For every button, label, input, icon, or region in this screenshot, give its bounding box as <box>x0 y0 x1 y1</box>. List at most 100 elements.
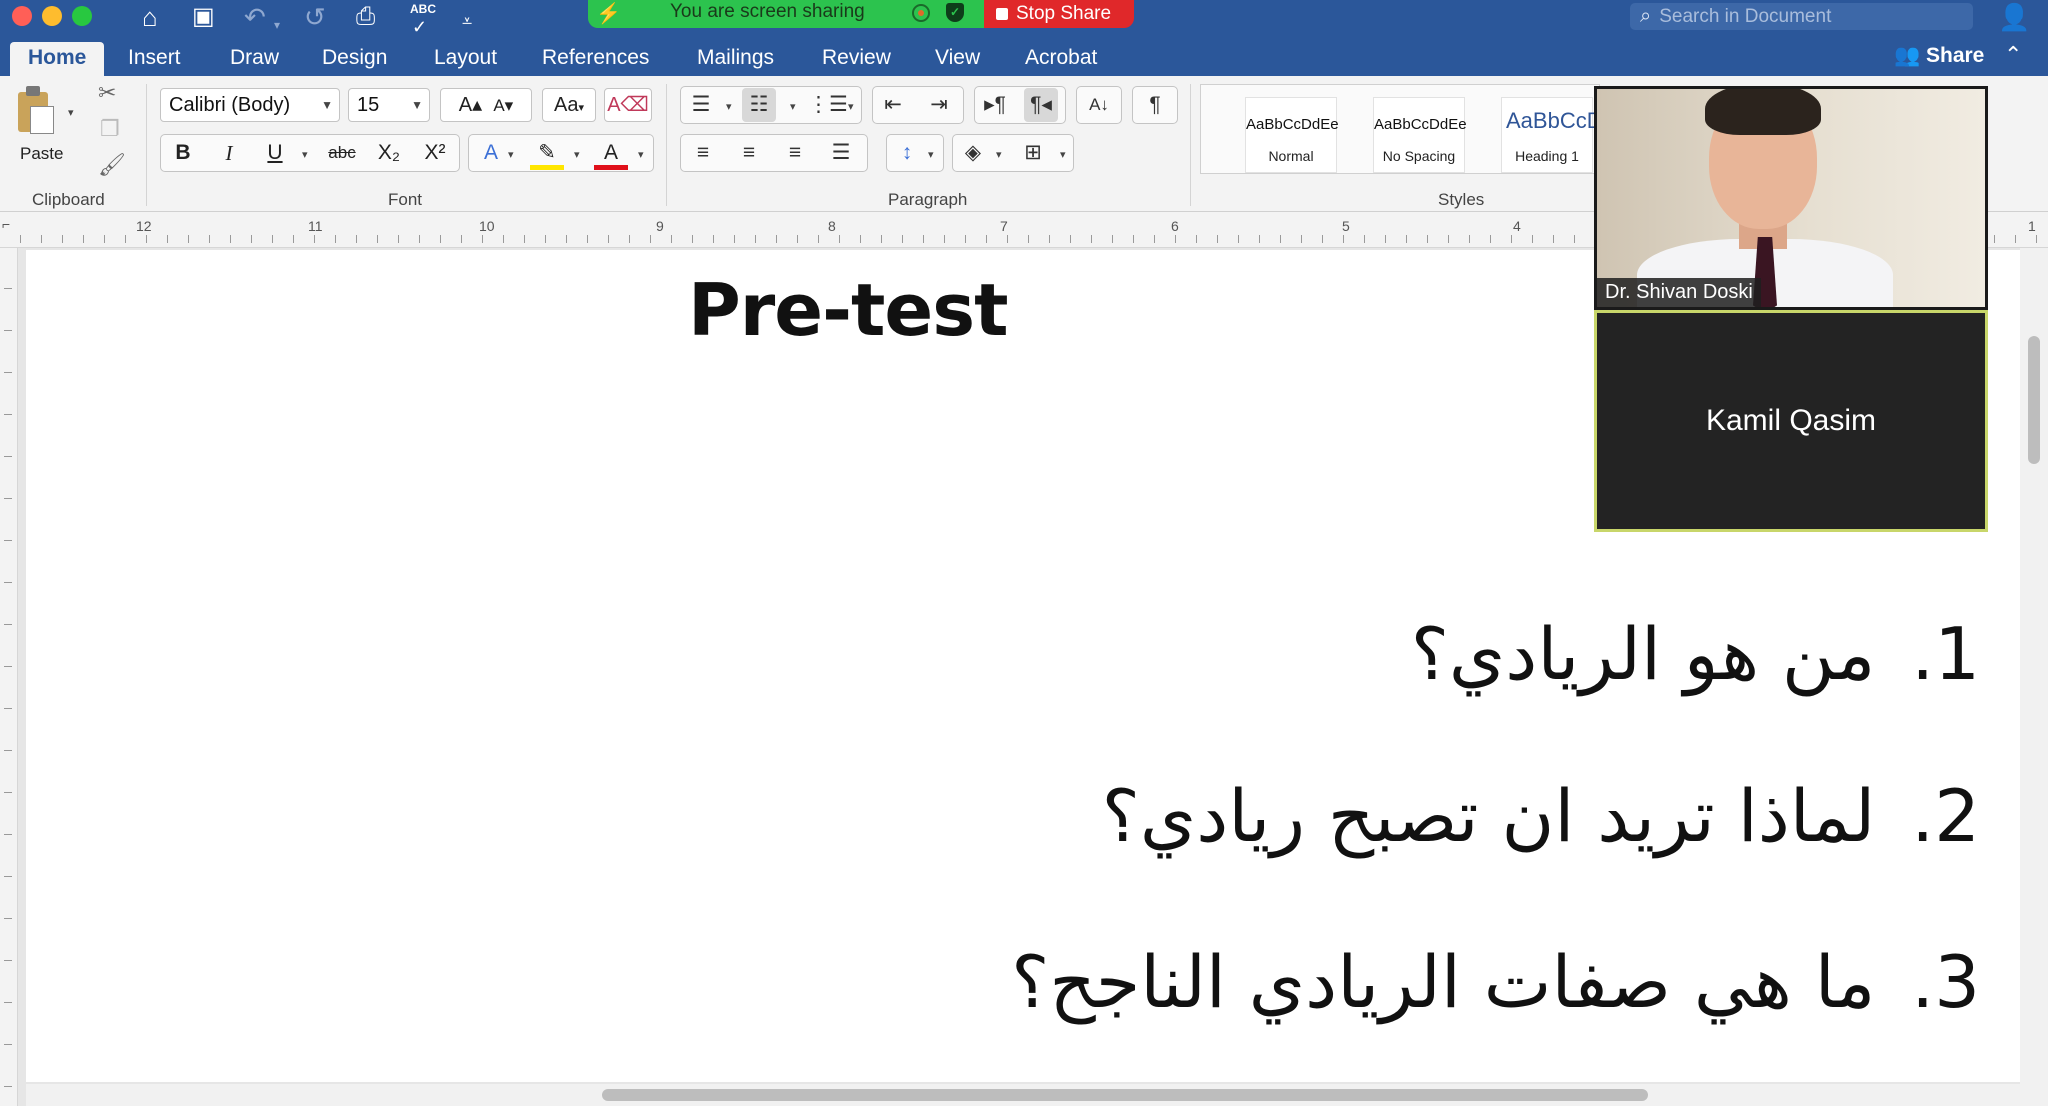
justify-icon[interactable]: ☰ <box>824 136 858 170</box>
horizontal-scroll-thumb[interactable] <box>602 1089 1648 1101</box>
highlight-icon[interactable]: ✎ <box>530 136 564 170</box>
paste-icon[interactable] <box>14 86 54 134</box>
tab-acrobat[interactable]: Acrobat <box>1025 42 1097 76</box>
vertical-scroll-thumb[interactable] <box>2028 336 2040 464</box>
paste-dropdown-icon[interactable]: ▾ <box>68 106 74 119</box>
shading-dropdown-icon[interactable]: ▾ <box>996 148 1002 161</box>
ruler-tick <box>881 235 882 243</box>
font-size-grow-shrink-group: A▴ A▾ <box>440 88 532 122</box>
share-button[interactable]: 👥 Share <box>1894 44 1984 68</box>
copy-icon[interactable]: ❐ <box>100 116 120 142</box>
tab-home[interactable]: Home <box>10 42 105 76</box>
ruler-number: 1 <box>2028 218 2036 234</box>
multilevel-list-icon[interactable]: ⋮☰ <box>808 88 848 122</box>
underline-button[interactable]: U <box>258 136 292 170</box>
home-icon[interactable]: ⌂ <box>142 2 158 32</box>
redo-icon[interactable]: ↺ <box>304 2 326 32</box>
ruler-tick <box>4 456 12 457</box>
borders-icon[interactable]: ⊞ <box>1016 136 1050 170</box>
tab-mailings[interactable]: Mailings <box>697 42 774 76</box>
change-case-button[interactable]: Aa▾ <box>542 88 596 122</box>
ruler-tick <box>923 235 924 243</box>
line-spacing-icon[interactable]: ↕ <box>890 136 924 170</box>
subscript-button[interactable]: X₂ <box>372 136 406 170</box>
participant-video-tile[interactable]: Dr. Shivan Doski <box>1594 86 1988 310</box>
collapse-ribbon-icon[interactable]: ⌃ <box>2004 42 2022 68</box>
ruler-tick <box>1175 235 1176 243</box>
underline-dropdown-icon[interactable]: ▾ <box>302 148 308 161</box>
show-formatting-marks-icon[interactable]: ¶ <box>1138 88 1172 122</box>
format-painter-icon[interactable]: 🖌 <box>98 152 126 178</box>
vertical-ruler[interactable] <box>0 248 18 1106</box>
ruler-tick <box>4 624 12 625</box>
clear-formatting-button[interactable]: A⌫ <box>604 88 652 122</box>
style-normal[interactable]: AaBbCcDdEe Normal <box>1245 97 1339 173</box>
document-title[interactable]: Pre-test <box>688 268 1009 352</box>
bullets-icon[interactable]: ☰ <box>684 88 718 122</box>
italic-button[interactable]: I <box>212 136 246 170</box>
ruler-tick <box>398 235 399 243</box>
style-no-spacing[interactable]: AaBbCcDdEe No Spacing <box>1373 97 1467 173</box>
font-color-dropdown-icon[interactable]: ▾ <box>638 148 644 161</box>
superscript-button[interactable]: X² <box>418 136 452 170</box>
shrink-font-icon[interactable]: A▾ <box>493 96 513 115</box>
sort-icon[interactable]: A↓ <box>1082 88 1116 122</box>
tab-design[interactable]: Design <box>322 42 387 76</box>
numbering-dropdown-icon[interactable]: ▾ <box>790 100 796 113</box>
align-left-icon[interactable]: ≡ <box>686 136 720 170</box>
multilevel-dropdown-icon[interactable]: ▾ <box>848 100 854 113</box>
shield-check-icon[interactable]: ✓ <box>946 3 964 22</box>
align-center-icon[interactable]: ≡ <box>732 136 766 170</box>
save-icon[interactable]: ▣ <box>192 2 215 32</box>
participant-tile-no-video[interactable]: Kamil Qasim <box>1594 310 1988 532</box>
question-2[interactable]: 2. لماذا تريد ان تصبح ريادي؟ <box>1102 774 1980 858</box>
question-1[interactable]: 1. من هو الريادي؟ <box>1411 612 1980 696</box>
borders-dropdown-icon[interactable]: ▾ <box>1060 148 1066 161</box>
line-spacing-dropdown-icon[interactable]: ▾ <box>928 148 934 161</box>
account-icon[interactable]: 👤 <box>1998 2 2030 33</box>
zoom-window-button[interactable] <box>72 6 92 26</box>
question-number: 2. <box>1911 774 1980 858</box>
grow-font-icon[interactable]: A▴ <box>459 94 482 116</box>
tab-draw[interactable]: Draw <box>230 42 279 76</box>
record-icon[interactable] <box>912 4 930 22</box>
tab-layout[interactable]: Layout <box>434 42 497 76</box>
tab-view[interactable]: View <box>935 42 980 76</box>
tab-references[interactable]: References <box>542 42 649 76</box>
undo-icon[interactable]: ↶ <box>244 2 266 32</box>
minimize-window-button[interactable] <box>42 6 62 26</box>
close-window-button[interactable] <box>12 6 32 26</box>
text-effects-icon[interactable]: A <box>474 136 508 170</box>
print-icon[interactable]: ⎙ <box>356 2 375 32</box>
ruler-tick <box>797 235 798 243</box>
question-3[interactable]: 3. ما هي صفات الريادي الناجح؟ <box>1011 940 1980 1024</box>
strikethrough-button[interactable]: abc <box>324 136 360 170</box>
increase-indent-icon[interactable]: ⇥ <box>922 88 956 122</box>
font-color-icon[interactable]: A <box>594 136 628 170</box>
bullets-dropdown-icon[interactable]: ▾ <box>726 100 732 113</box>
tab-stop-icon[interactable]: ⌐ <box>2 216 10 232</box>
ruler-tick <box>986 235 987 243</box>
style-heading-1[interactable]: AaBbCcDc Heading 1 <box>1501 97 1614 173</box>
style-normal-name: Normal <box>1268 148 1314 164</box>
screen-sharing-indicator[interactable]: ⚡ You are screen sharing ✓ <box>588 0 984 28</box>
shading-icon[interactable]: ◈ <box>956 136 990 170</box>
font-size-select[interactable]: 15 ▼ <box>348 88 430 122</box>
font-name-select[interactable]: Calibri (Body) ▼ <box>160 88 340 122</box>
decrease-indent-icon[interactable]: ⇤ <box>876 88 910 122</box>
stop-share-button[interactable]: Stop Share <box>984 0 1134 28</box>
left-to-right-icon[interactable]: ▸¶ <box>978 88 1012 122</box>
customize-toolbar-icon[interactable]: ⩡ <box>462 6 472 36</box>
align-right-icon[interactable]: ≡ <box>778 136 812 170</box>
right-to-left-icon[interactable]: ¶◂ <box>1024 88 1058 122</box>
numbering-icon[interactable]: ☷ <box>742 88 776 122</box>
bold-button[interactable]: B <box>166 136 200 170</box>
ruler-number: 7 <box>1000 218 1008 234</box>
cut-icon[interactable]: ✂ <box>98 80 116 106</box>
ruler-tick <box>104 235 105 243</box>
tab-insert[interactable]: Insert <box>128 42 181 76</box>
text-effects-dropdown-icon[interactable]: ▾ <box>508 148 514 161</box>
search-in-document-input[interactable]: ⌕ Search in Document <box>1630 3 1973 30</box>
tab-review[interactable]: Review <box>822 42 891 76</box>
highlight-dropdown-icon[interactable]: ▾ <box>574 148 580 161</box>
